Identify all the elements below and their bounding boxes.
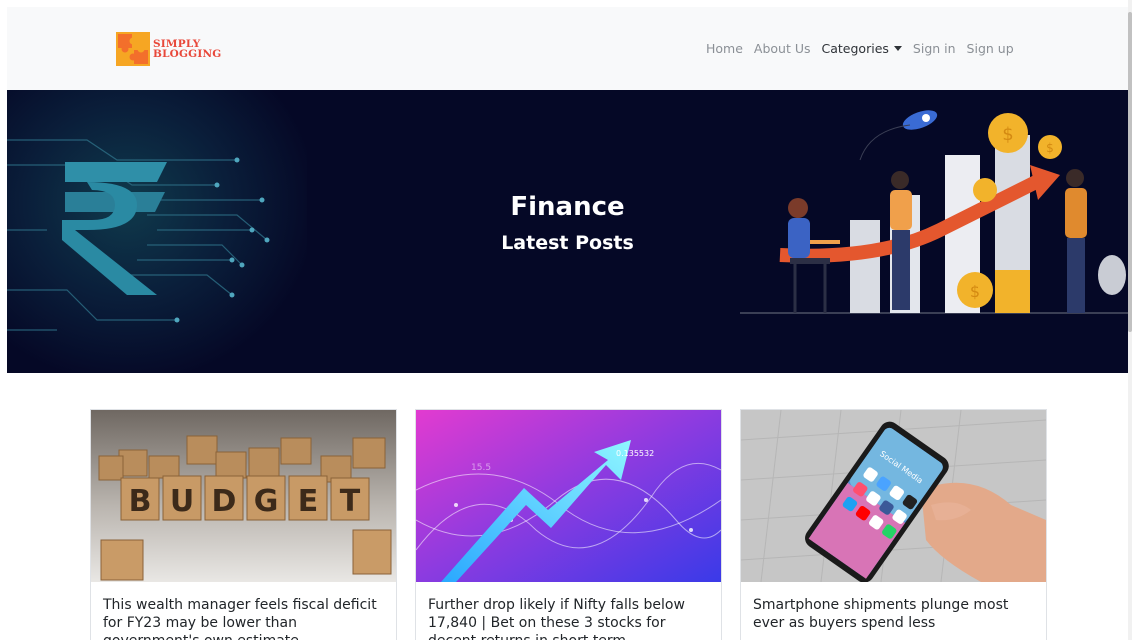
svg-text:G: G bbox=[254, 484, 279, 519]
brand-logo[interactable]: SIMPLY BLOGGING bbox=[116, 32, 236, 66]
nav-categories-dropdown[interactable]: Categories bbox=[822, 41, 902, 56]
navbar: SIMPLY BLOGGING Home About Us Categories… bbox=[7, 7, 1128, 90]
post-card[interactable]: B U D G E T This wealth manager feels fi… bbox=[90, 409, 397, 640]
hero-banner: Finance Latest Posts $ $ $ bbox=[7, 90, 1128, 373]
page-scrollbar[interactable] bbox=[1128, 0, 1132, 640]
page: SIMPLY BLOGGING Home About Us Categories… bbox=[7, 7, 1128, 640]
nav-about[interactable]: About Us bbox=[754, 41, 811, 56]
chart-value-label: 0.135532 bbox=[616, 449, 654, 458]
nav-links: Home About Us Categories Sign in Sign up bbox=[706, 41, 1025, 56]
svg-text:$: $ bbox=[970, 282, 980, 301]
svg-text:B: B bbox=[129, 484, 152, 519]
rising-arrow-chart-image: 0.135532 15.5 bbox=[416, 410, 721, 582]
post-card[interactable]: 0.135532 15.5 Further drop likely if Nif… bbox=[415, 409, 722, 640]
svg-text:$: $ bbox=[1002, 124, 1013, 145]
svg-text:$: $ bbox=[1046, 141, 1054, 155]
post-title[interactable]: This wealth manager feels fiscal deficit… bbox=[103, 596, 388, 640]
chart-value-label-2: 15.5 bbox=[471, 463, 491, 473]
brand-line-2: BLOGGING bbox=[153, 48, 222, 60]
finance-growth-illustration: $ $ $ bbox=[740, 100, 1128, 373]
puzzle-logo-icon bbox=[116, 32, 150, 66]
nav-home[interactable]: Home bbox=[706, 41, 743, 56]
budget-blocks-image: B U D G E T bbox=[91, 410, 396, 582]
nav-signup[interactable]: Sign up bbox=[967, 41, 1014, 56]
post-cards: B U D G E T This wealth manager feels fi… bbox=[90, 409, 1047, 640]
svg-text:T: T bbox=[340, 484, 361, 519]
post-title[interactable]: Further drop likely if Nifty falls below… bbox=[428, 596, 713, 640]
post-title[interactable]: Smartphone shipments plunge most ever as… bbox=[753, 596, 1038, 632]
brand-name: SIMPLY BLOGGING bbox=[153, 39, 222, 60]
svg-text:D: D bbox=[212, 484, 237, 519]
nav-signin[interactable]: Sign in bbox=[913, 41, 956, 56]
smartphone-in-hand-image: Social Media bbox=[741, 410, 1046, 582]
nav-categories-label: Categories bbox=[821, 41, 889, 56]
caret-down-icon bbox=[893, 46, 902, 51]
post-card[interactable]: Social Media Smartphone shipments plunge… bbox=[740, 409, 1047, 640]
svg-text:U: U bbox=[170, 484, 194, 519]
scrollbar-thumb[interactable] bbox=[1128, 12, 1132, 332]
svg-text:E: E bbox=[298, 484, 319, 519]
